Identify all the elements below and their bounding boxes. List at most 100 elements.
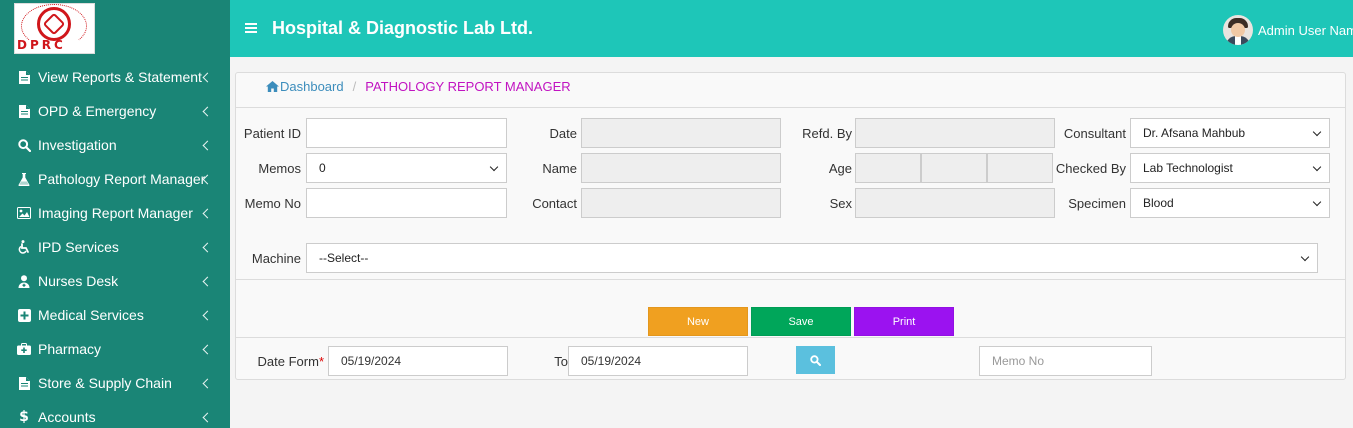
sidebar-item-ipd-services[interactable]: IPD Services [0,230,230,264]
save-button[interactable]: Save [751,307,851,336]
contact-field [581,188,781,218]
memo-no-input[interactable] [306,188,507,218]
user-name: Admin User Name [1258,22,1353,38]
refd-by-label: Refd. By [802,126,852,141]
file-icon [17,376,31,390]
sidebar-item-opd-emergency[interactable]: OPD & Emergency [0,94,230,128]
chevron-left-icon [202,106,213,117]
sidebar-item-label: Investigation [38,137,117,153]
sidebar-item-accounts[interactable]: $ Accounts [0,400,230,428]
divider [236,337,1345,338]
chevron-left-icon [202,310,213,321]
medkit-icon [17,342,31,356]
specimen-label: Specimen [1068,196,1126,211]
chevron-down-icon [1300,252,1310,262]
to-label: To [554,354,568,369]
checked-by-select[interactable]: Lab Technologist [1130,153,1330,183]
home-icon [266,81,279,92]
checked-by-label: Checked By [1055,161,1126,176]
memo-no-placeholder: Memo No [992,354,1045,368]
sidebar-item-pharmacy[interactable]: Pharmacy [0,332,230,366]
patient-id-label: Patient ID [243,126,301,141]
sidebar-item-pathology-report-manager[interactable]: Pathology Report Manager [0,162,230,196]
sidebar-item-label: IPD Services [38,239,119,255]
breadcrumb-home-link[interactable]: Dashboard [266,79,344,94]
sidebar-item-medical-services[interactable]: Medical Services [0,298,230,332]
sidebar-item-view-reports[interactable]: View Reports & Statement [0,60,230,94]
sidebar-item-label: View Reports & Statement [38,69,202,85]
chevron-left-icon [202,412,213,423]
sex-field [855,188,1055,218]
memos-selected-value: 0 [319,161,326,175]
plus-square-icon [17,308,31,322]
flask-icon [17,172,31,186]
specimen-select[interactable]: Blood [1130,188,1330,218]
sidebar-item-store-supply-chain[interactable]: Store & Supply Chain [0,366,230,400]
sidebar-item-investigation[interactable]: Investigation [0,128,230,162]
chevron-left-icon [202,378,213,389]
divider [236,279,1345,280]
age-days-field [987,153,1053,183]
sidebar-item-label: Accounts [38,409,96,425]
date-from-label: Date Form* [257,354,324,369]
dprc-logo[interactable]: DPRC [14,3,95,54]
file-icon [17,104,31,118]
memo-no-search-input[interactable]: Memo No [979,346,1152,376]
date-label: Date [549,126,577,141]
breadcrumb-separator: / [352,79,357,94]
breadcrumb-current: PATHOLOGY REPORT MANAGER [365,79,571,94]
specimen-selected-value: Blood [1143,196,1174,210]
chevron-down-icon [489,162,499,172]
chevron-left-icon [202,242,213,253]
wheelchair-icon [17,240,31,254]
chevron-down-icon [1312,162,1322,172]
avatar [1223,15,1253,45]
sex-label: Sex [829,196,852,211]
breadcrumb-home-label: Dashboard [280,79,344,94]
sidebar-item-label: Nurses Desk [38,273,119,289]
sidebar-item-label: Imaging Report Manager [38,205,193,221]
date-field [581,118,781,148]
dollar-icon: $ [19,409,29,425]
sidebar-item-nurses-desk[interactable]: Nurses Desk [0,264,230,298]
sidebar-menu: View Reports & Statement OPD & Emergency… [0,60,230,428]
sidebar-item-label: Pathology Report Manager [38,171,206,187]
chevron-left-icon [202,276,213,287]
user-menu[interactable]: Admin User Name [1223,15,1353,45]
consultant-label: Consultant [1063,126,1126,141]
chevron-left-icon [202,344,213,355]
sidebar-item-label: Store & Supply Chain [38,375,172,391]
app-title: Hospital & Diagnostic Lab Ltd. [272,18,534,38]
sidebar-item-imaging-report-manager[interactable]: Imaging Report Manager [0,196,230,230]
sidebar-item-label: OPD & Emergency [38,103,157,119]
chevron-down-icon [1312,127,1322,137]
new-button[interactable]: New [648,307,748,336]
chevron-down-icon [1312,197,1322,207]
divider [236,107,1345,108]
breadcrumb: Dashboard / PATHOLOGY REPORT MANAGER [266,79,571,94]
date-from-input[interactable]: 05/19/2024 [328,346,508,376]
machine-selected-value: --Select-- [319,251,369,265]
hamburger-menu-icon[interactable] [245,23,257,33]
contact-label: Contact [532,196,577,211]
consultant-select[interactable]: Dr. Afsana Mahbub [1130,118,1330,148]
user-md-icon [17,274,31,288]
patient-id-input[interactable] [306,118,507,148]
search-icon [17,138,31,152]
machine-label: Machine [251,251,301,266]
required-mark: * [318,354,324,369]
memo-no-label: Memo No [244,196,301,211]
memos-select[interactable]: 0 [306,153,507,183]
refd-by-field [855,118,1055,148]
machine-select[interactable]: --Select-- [306,243,1318,273]
search-button[interactable] [796,346,835,374]
checked-by-selected-value: Lab Technologist [1143,161,1233,175]
to-date-input[interactable]: 05/19/2024 [568,346,748,376]
pathology-report-panel: Dashboard / PATHOLOGY REPORT MANAGER Pat… [235,72,1346,380]
age-months-field [921,153,987,183]
print-button[interactable]: Print [854,307,954,336]
image-icon [17,206,31,220]
age-label: Age [828,161,852,176]
logo-text: DPRC [17,38,66,52]
search-icon [810,354,821,366]
